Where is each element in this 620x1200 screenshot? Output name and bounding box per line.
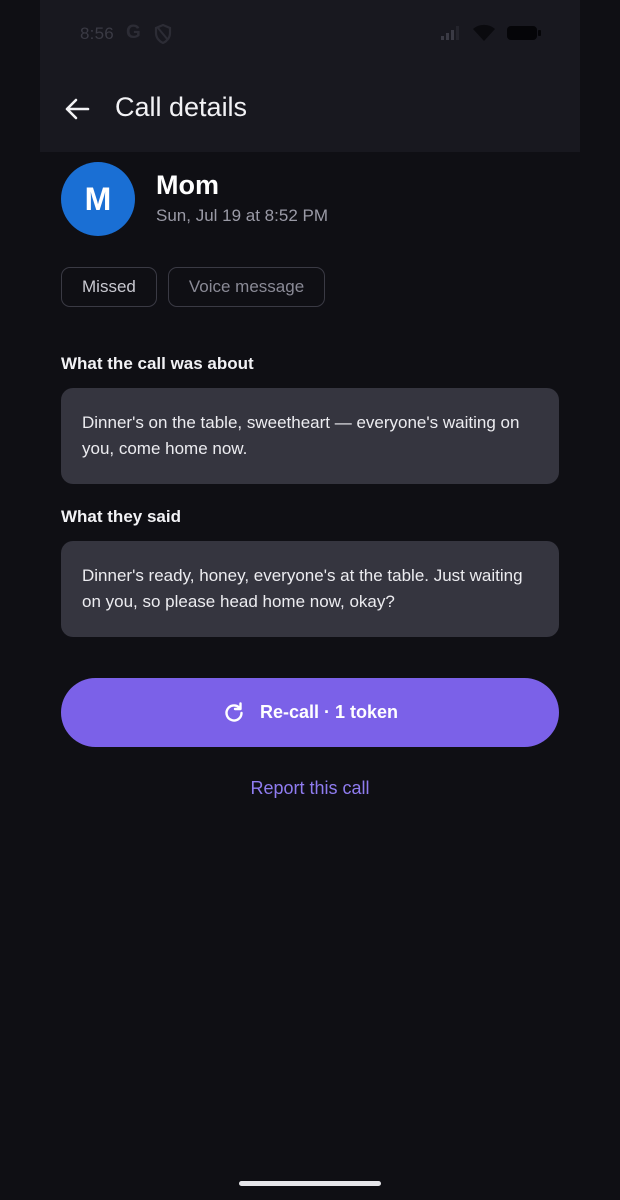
battery-icon [507,26,541,40]
call-tags: Missed Voice message [61,267,326,307]
transcript-card: Dinner's ready, honey, everyone's at the… [61,541,559,637]
transcript-heading: What they said [61,507,181,526]
status-bar: 8:56 G [40,0,580,68]
missed-chip: Missed [61,267,157,307]
contact-name: Mom [156,170,219,200]
status-icons [440,24,542,42]
home-indicator[interactable] [239,1181,381,1186]
voice-message-chip: Voice message [167,267,326,307]
shield-icon [154,24,172,44]
wifi-icon [473,24,495,41]
recall-button[interactable]: Re-call · 1 token [61,678,559,747]
back-button[interactable] [58,90,96,128]
app-bar: Call details [40,68,580,152]
status-time: 8:56 [80,24,114,43]
top-panel: 8:56 G Call details [40,0,580,152]
page-title: Call details [115,92,248,122]
summary-heading: What the call was about [61,354,254,373]
call-timestamp: Sun, Jul 19 at 8:52 PM [156,206,328,225]
report-call-link[interactable]: Report this call [0,778,620,799]
recall-label: Re-call · 1 token [259,702,399,722]
summary-card: Dinner's on the table, sweetheart — ever… [61,388,559,484]
arrow-left-icon [65,98,90,120]
signal-icon [441,26,459,40]
google-icon: G [126,22,141,43]
avatar: M [61,162,135,236]
refresh-icon [225,701,243,722]
call-details-screen: 8:56 G Call details M Mom Sun, Jul 19 at… [0,0,620,1200]
